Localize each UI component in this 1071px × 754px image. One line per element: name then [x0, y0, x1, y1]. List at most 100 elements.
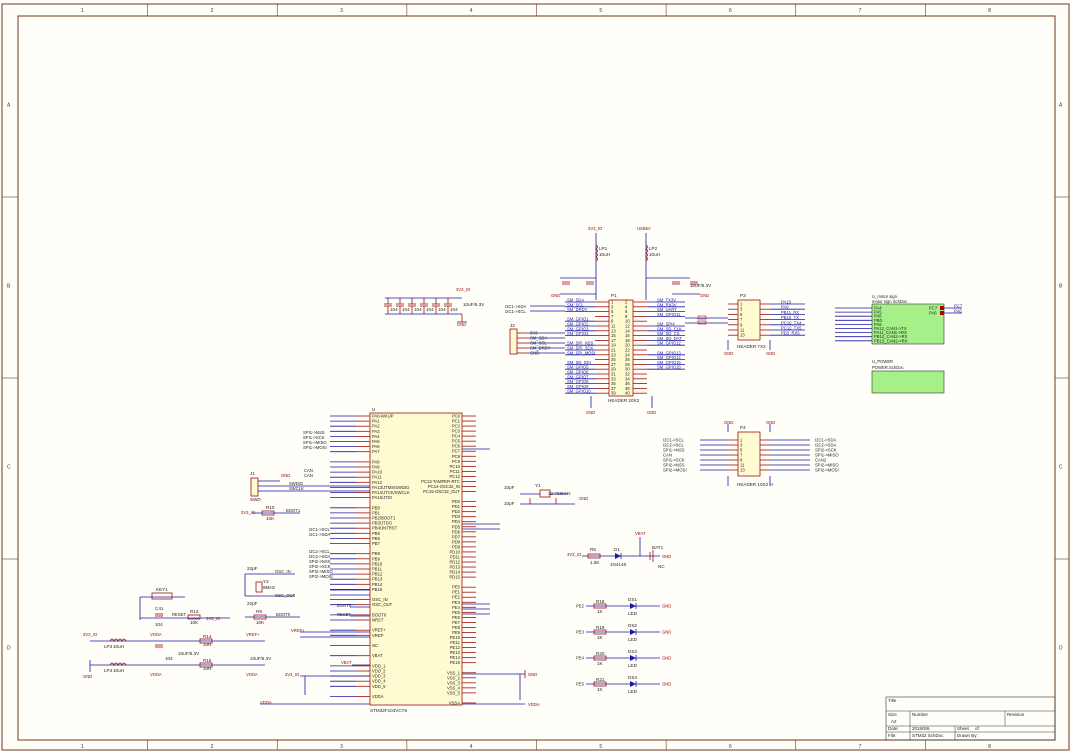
reset-r: R13	[190, 609, 199, 614]
gnd-p4-r: GND	[766, 420, 775, 425]
col-label-top: 2	[210, 8, 213, 14]
reset-net-mcu: RESET	[337, 612, 351, 617]
mcu-pin-left-label: PA15/JTDI	[372, 495, 392, 500]
filter-c2: 10uF/6.3V	[178, 651, 200, 656]
y1-c1: 10pF	[504, 485, 515, 490]
reset-key: KEY1	[156, 587, 168, 592]
y1-ref: Y1	[535, 483, 541, 488]
bat-nc: NC	[658, 564, 665, 569]
p3-right-net: PD2_RX5	[781, 331, 800, 336]
osc-in-label: OSC_IN	[275, 569, 291, 574]
reset-c: C41	[155, 606, 164, 611]
bat-r: R5	[590, 547, 596, 552]
vdd-net: 3V3_IO	[285, 672, 300, 677]
led-d-val: LED	[628, 637, 638, 642]
led-d-val: LED	[628, 689, 638, 694]
y1-gnd: GND	[579, 496, 588, 501]
tb-sheet-label: Sheet	[957, 726, 970, 731]
gnd-p4-l: GND	[724, 420, 733, 425]
led-r-ref: R20	[596, 651, 605, 656]
gnd-p3-l: GND	[724, 351, 733, 356]
p4-right-net: SPI2->MOSI	[815, 468, 839, 473]
swd-pin-gnd: GND	[281, 473, 290, 478]
col-label-top: 7	[859, 8, 862, 14]
decap-gnd: GND	[457, 322, 466, 327]
mcu-part: STM32F103VCT6	[370, 708, 407, 713]
filter-r2: R15	[203, 658, 212, 663]
net-label: SPI1->MOSI	[303, 445, 327, 450]
bat-rv: 1.5K	[590, 560, 600, 565]
led-d-ref: DS3	[628, 649, 637, 654]
col-label-bottom: 3	[340, 744, 343, 750]
decap-value: 104	[426, 307, 434, 312]
led-r-ref: R18	[596, 599, 605, 604]
mcu-pin-left-label: PB7	[372, 541, 381, 546]
boot-r1: R9	[256, 609, 262, 614]
p1-left-net: SM_DRDY	[567, 307, 588, 312]
gnd-label: GND	[528, 672, 537, 677]
col-label-top: 8	[988, 8, 991, 14]
p1-right-net: SM_GPIO12	[657, 341, 681, 346]
net-label: I2C1->SDA	[309, 532, 331, 537]
mcu-pin-left-label: NC	[372, 643, 378, 648]
bat-diode-v: 1N4148	[610, 562, 627, 567]
lp3-val: 10uH	[113, 644, 124, 649]
bat-vbat: VBAT	[635, 531, 646, 536]
gnd-top-left: GND	[551, 293, 560, 298]
tb-size-label: Size	[888, 712, 897, 717]
decap-value: 104	[450, 307, 458, 312]
module-power-subtitle: POWER.SchDoc	[872, 365, 904, 370]
osc-out-label: OSC_OUT	[275, 593, 296, 598]
y2-c1: 22pF	[247, 566, 258, 571]
led-gnd: GND	[662, 630, 671, 635]
module-pin-left: PB13_CAN2->RX	[874, 338, 908, 343]
bat-ref: BAT1	[652, 545, 664, 550]
lp1-net: 3V3_IO	[588, 226, 603, 231]
bat-diode: D1	[614, 547, 620, 552]
i2c-scl-label: I2C1->SCL	[505, 309, 527, 314]
swd-part: SWD	[250, 497, 261, 502]
y2-ref: Y2	[263, 579, 269, 584]
col-label-bottom: 5	[599, 744, 602, 750]
y1-c2: 10pF	[504, 501, 515, 506]
boot1-net: BOOT1	[286, 508, 301, 513]
filter-vref1: VREF+	[246, 632, 260, 637]
led-gnd: GND	[662, 682, 671, 687]
led-r-val: 1K	[597, 687, 604, 692]
p1-part: HEADER 20X2	[608, 398, 640, 403]
p4-left-net: SPI2->MOSI	[663, 468, 687, 473]
gnd-p1-left: GND	[586, 410, 595, 415]
tb-file-label: File:	[888, 733, 897, 738]
boot1-3v3: 3V3_IO	[241, 510, 256, 515]
gnd-p1-right: GND	[647, 410, 656, 415]
decap-value: 104	[414, 307, 422, 312]
led-r-ref: R21	[596, 677, 605, 682]
lp1-val: 10uH	[599, 252, 610, 257]
col-label-top: 6	[729, 8, 732, 14]
module-right-net: PA6	[954, 309, 962, 314]
decap-value: 104	[402, 307, 410, 312]
p1-left-net: SM_GPIO10	[567, 389, 591, 394]
tb-date-label: Date:	[888, 726, 899, 731]
led-r-val: 1K	[597, 661, 604, 666]
net-label: CAN	[304, 473, 313, 478]
p4-part: HEADER 10X2 H	[737, 482, 773, 487]
lp2-val: 10uH	[649, 252, 660, 257]
module-power-title: U_POWER	[872, 359, 893, 364]
tb-file: STM32 SchDoc	[912, 733, 944, 738]
gnd-p3-r: GND	[766, 351, 775, 356]
filter-3v3-1: 3V3_IO	[83, 632, 98, 637]
led-r-ref: R19	[596, 625, 605, 630]
p1-pin-num: 40	[625, 391, 630, 396]
col-label-top: 1	[81, 8, 84, 14]
col-label-top: 5	[599, 8, 602, 14]
reset-rv: 10K	[190, 620, 199, 625]
module-pin-right: PA6	[929, 311, 937, 316]
mcu-ref: U	[372, 407, 375, 412]
tb-number-label: Number	[912, 712, 929, 717]
mcu-pin-right-label: PE15	[450, 660, 461, 665]
mcu-pin-left-label: VBAT	[372, 653, 383, 658]
col-label-top: 4	[470, 8, 473, 14]
row-label-right: C	[1059, 465, 1063, 471]
bat-3v3: 3V3_IO	[567, 552, 582, 557]
